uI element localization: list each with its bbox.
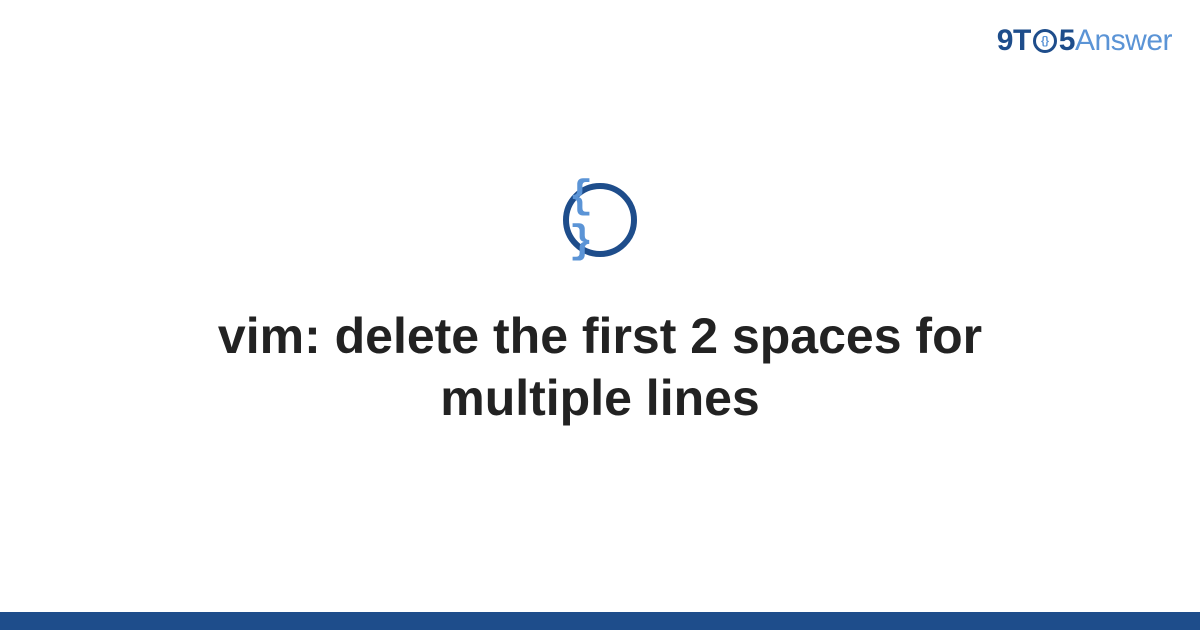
question-title: vim: delete the first 2 spaces for multi… <box>100 305 1100 430</box>
footer-bar <box>0 612 1200 630</box>
category-badge-icon: { } <box>563 183 637 257</box>
braces-icon: { } <box>569 175 631 265</box>
main-content: { } vim: delete the first 2 spaces for m… <box>0 0 1200 612</box>
